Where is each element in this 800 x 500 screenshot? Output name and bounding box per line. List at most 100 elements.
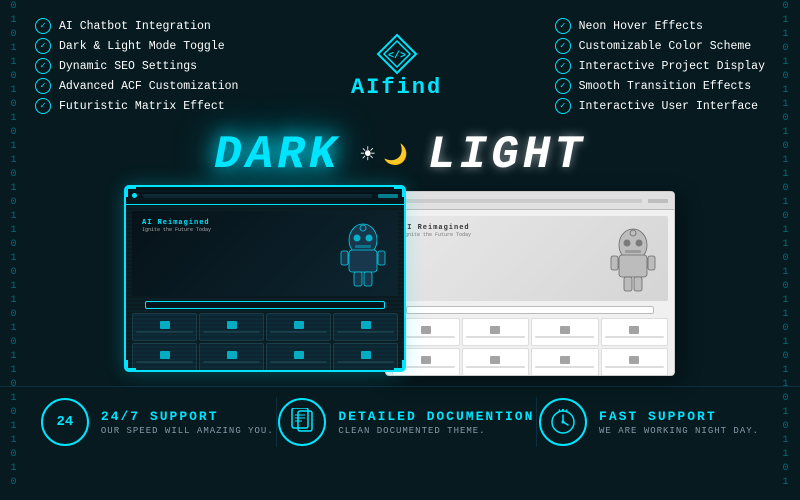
docs-text: DETAILED DOCUMENTION CLEAN DOCUMENTED TH… xyxy=(338,409,534,436)
features-section: AI Chatbot Integration Dark & Light Mode… xyxy=(0,0,800,124)
document-icon xyxy=(290,408,314,436)
feature-label: Advanced ACF Customization xyxy=(59,80,238,93)
dark-card xyxy=(199,343,264,371)
feature-item: Smooth Transition Effects xyxy=(555,78,765,94)
fast-support-item: FAST SUPPORT WE ARE WORKING NIGHT DAY. xyxy=(539,398,759,446)
light-hero-subtitle: Ignite the Future Today xyxy=(402,232,471,238)
light-card xyxy=(531,348,599,376)
dark-card xyxy=(333,313,398,341)
dark-preview-header xyxy=(126,187,404,205)
divider xyxy=(536,397,537,447)
dark-card xyxy=(266,313,331,341)
dark-card xyxy=(132,313,197,341)
docs-subtitle: CLEAN DOCUMENTED THEME. xyxy=(338,426,534,436)
feature-label: Dark & Light Mode Toggle xyxy=(59,40,225,53)
fast-text: FAST SUPPORT WE ARE WORKING NIGHT DAY. xyxy=(599,409,759,436)
support-24-icon: 24 xyxy=(57,414,74,430)
clock-icon xyxy=(550,409,576,435)
check-icon xyxy=(35,18,51,34)
mode-section: DARK ☀ 🌙 LIGHT xyxy=(0,124,800,186)
check-icon xyxy=(35,98,51,114)
docs-item: DETAILED DOCUMENTION CLEAN DOCUMENTED TH… xyxy=(278,398,534,446)
dark-mode-preview: AI Reimagined Ignite the Future Today xyxy=(125,186,405,371)
feature-label: Customizable Color Scheme xyxy=(579,40,752,53)
fast-subtitle: WE ARE WORKING NIGHT DAY. xyxy=(599,426,759,436)
light-hero-title: AI Reimagined xyxy=(402,224,471,232)
dark-card xyxy=(199,313,264,341)
dark-card xyxy=(132,343,197,371)
light-card xyxy=(601,318,669,346)
feature-label: Smooth Transition Effects xyxy=(579,80,752,93)
dark-mode-label: DARK xyxy=(214,129,340,181)
dark-search-bar xyxy=(145,301,384,309)
feature-label: Futuristic Matrix Effect xyxy=(59,100,225,113)
feature-label: Interactive Project Display xyxy=(579,60,765,73)
mode-icons: ☀ 🌙 xyxy=(361,140,408,170)
check-icon xyxy=(555,78,571,94)
light-mode-label: LIGHT xyxy=(428,129,586,181)
feature-label: AI Chatbot Integration xyxy=(59,20,211,33)
dark-hero-subtitle: Ignite the Future Today xyxy=(142,227,211,233)
light-card xyxy=(531,318,599,346)
logo-center: </> AIfind xyxy=(317,18,477,114)
fast-icon-wrap xyxy=(539,398,587,446)
feature-item: Dynamic SEO Settings xyxy=(35,58,238,74)
dark-hero-section: AI Reimagined Ignite the Future Today xyxy=(132,211,398,296)
check-icon xyxy=(35,38,51,54)
dark-preview-content: AI Reimagined Ignite the Future Today xyxy=(126,205,404,371)
fast-title: FAST SUPPORT xyxy=(599,409,759,424)
dark-hero-text: AI Reimagined Ignite the Future Today xyxy=(142,219,211,233)
docs-title: DETAILED DOCUMENTION xyxy=(338,409,534,424)
support-subtitle: OUR SPEED WILL AMAZING YOU. xyxy=(101,426,274,436)
light-preview-header xyxy=(386,192,674,210)
logo-post: find xyxy=(381,75,442,100)
logo-diamond-icon: </> xyxy=(376,33,418,75)
robot-light-icon xyxy=(608,227,658,299)
dark-card xyxy=(333,343,398,371)
light-hero-text: AI Reimagined Ignite the Future Today xyxy=(402,224,471,238)
moon-icon: 🌙 xyxy=(383,142,408,168)
logo-text: AIfind xyxy=(351,75,442,100)
logo-pre: AI xyxy=(351,75,381,100)
light-search-bar xyxy=(406,306,654,314)
robot-dark-icon xyxy=(338,222,388,294)
docs-icon-wrap xyxy=(278,398,326,446)
light-hero-section: AI Reimagined Ignite the Future Today xyxy=(392,216,668,301)
check-icon xyxy=(555,38,571,54)
svg-text:</>: </> xyxy=(388,50,406,62)
check-icon xyxy=(555,98,571,114)
features-left: AI Chatbot Integration Dark & Light Mode… xyxy=(35,18,238,114)
check-icon xyxy=(555,18,571,34)
support-icon-wrap: 24 xyxy=(41,398,89,446)
dark-card xyxy=(266,343,331,371)
feature-label: Interactive User Interface xyxy=(579,100,758,113)
light-mode-preview: AI Reimagined Ignite the Future Today xyxy=(385,191,675,376)
support-text: 24/7 SUPPORT OUR SPEED WILL AMAZING YOU. xyxy=(101,409,274,436)
divider xyxy=(276,397,277,447)
feature-label: Neon Hover Effects xyxy=(579,20,703,33)
feature-item: Advanced ACF Customization xyxy=(35,78,238,94)
light-card xyxy=(462,348,530,376)
light-preview-content: AI Reimagined Ignite the Future Today xyxy=(386,210,674,376)
feature-item: Interactive User Interface xyxy=(555,98,765,114)
feature-item: Futuristic Matrix Effect xyxy=(35,98,238,114)
dark-cards-grid xyxy=(132,313,398,371)
features-right: Neon Hover Effects Customizable Color Sc… xyxy=(555,18,765,114)
check-icon xyxy=(35,78,51,94)
feature-item: AI Chatbot Integration xyxy=(35,18,238,34)
support-title: 24/7 SUPPORT xyxy=(101,409,274,424)
preview-section: AI Reimagined Ignite the Future Today xyxy=(0,186,800,381)
support-item: 24 24/7 SUPPORT OUR SPEED WILL AMAZING Y… xyxy=(41,398,274,446)
light-card xyxy=(462,318,530,346)
light-card xyxy=(601,348,669,376)
feature-label: Dynamic SEO Settings xyxy=(59,60,197,73)
feature-item: Interactive Project Display xyxy=(555,58,765,74)
sun-icon: ☀ xyxy=(361,140,375,170)
check-icon xyxy=(35,58,51,74)
feature-item: Dark & Light Mode Toggle xyxy=(35,38,238,54)
dark-hero-title: AI Reimagined xyxy=(142,219,211,227)
light-cards-grid xyxy=(392,318,668,376)
bottom-section: 24 24/7 SUPPORT OUR SPEED WILL AMAZING Y… xyxy=(0,386,800,457)
feature-item: Customizable Color Scheme xyxy=(555,38,765,54)
check-icon xyxy=(555,58,571,74)
